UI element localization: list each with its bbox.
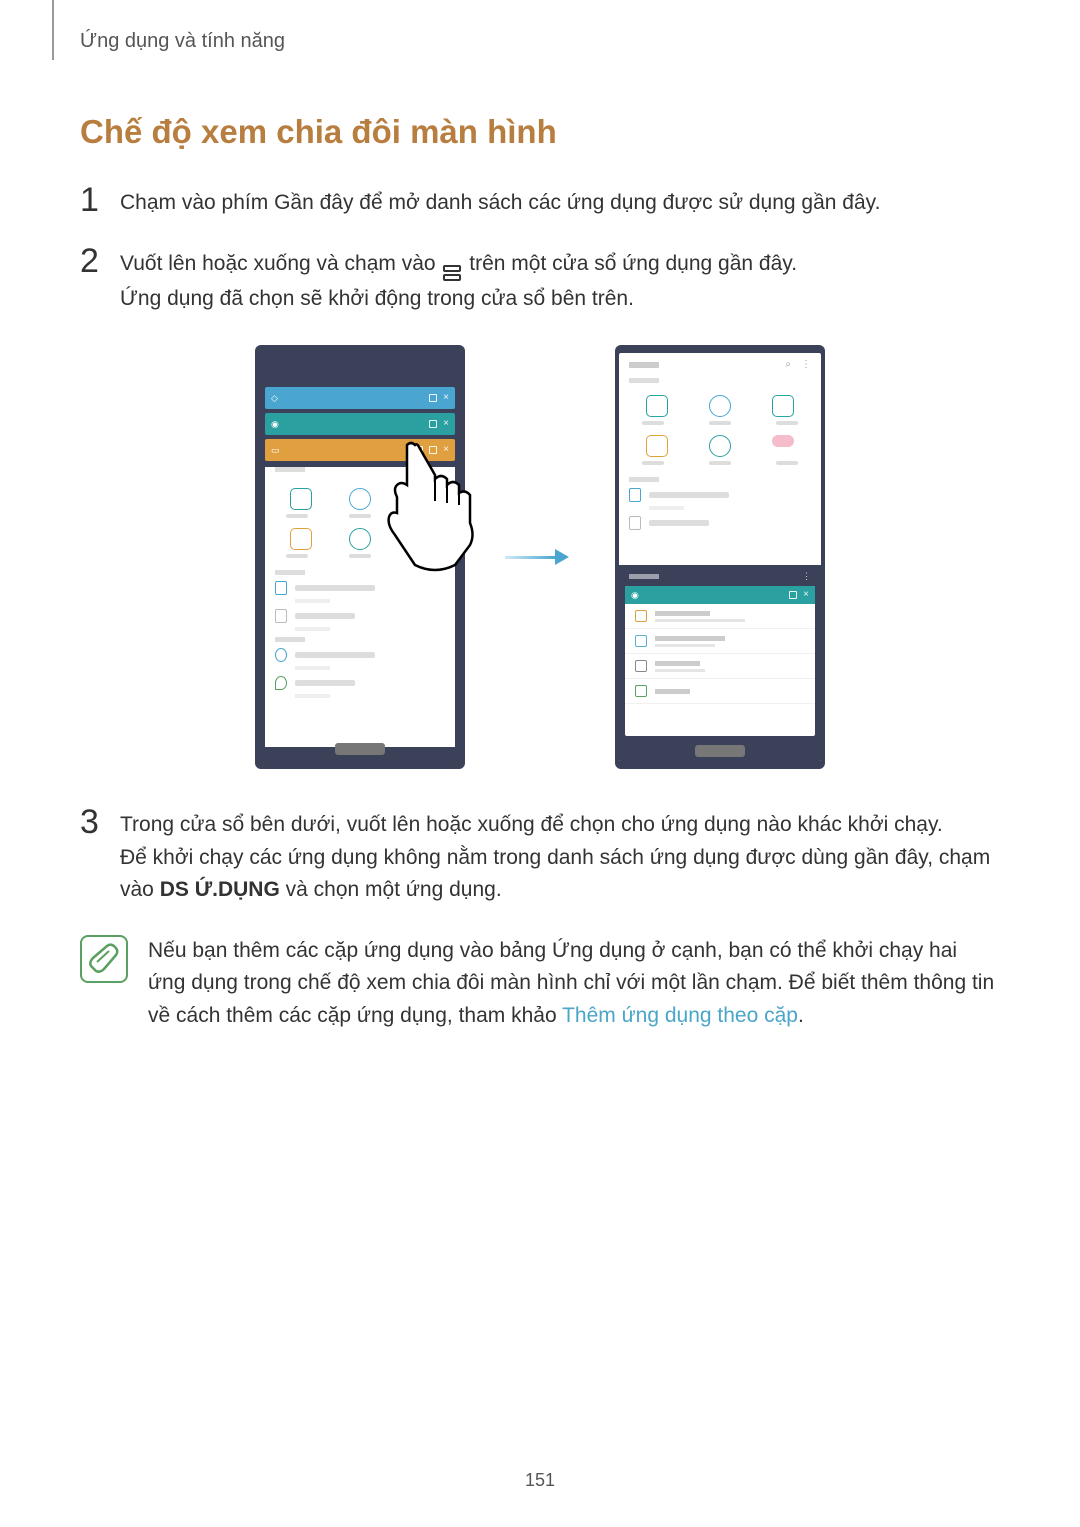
grid-icon xyxy=(408,528,430,540)
window-icon xyxy=(415,446,423,454)
grid-icon xyxy=(349,488,371,510)
close-icon: × xyxy=(443,419,449,429)
text-fragment: Trong cửa sổ bên dưới, vuốt lên hoặc xuố… xyxy=(120,809,1000,842)
text-fragment: Ứng dụng đã chọn sẽ khởi động trong cửa … xyxy=(120,283,1000,316)
close-icon: × xyxy=(443,445,449,455)
page-title: Chế độ xem chia đôi màn hình xyxy=(80,113,1000,151)
settings-row xyxy=(625,604,815,629)
grid-icon xyxy=(709,435,731,457)
app-header: ⌕ ⋮ xyxy=(619,353,821,376)
split-icon xyxy=(429,420,437,428)
grid-icon xyxy=(646,395,668,417)
text-fragment: trên một cửa sổ ứng dụng gần đây. xyxy=(463,252,797,275)
step-2: 2 Vuốt lên hoặc xuống và chạm vào trên m… xyxy=(80,248,1000,316)
close-icon: × xyxy=(803,590,809,600)
link-text[interactable]: Thêm ứng dụng theo cặp xyxy=(562,1004,798,1027)
note-icon xyxy=(80,935,128,983)
list-item xyxy=(629,488,811,502)
close-icon: × xyxy=(443,393,449,403)
list-item xyxy=(275,676,445,690)
split-icon xyxy=(789,591,797,599)
step-number: 3 xyxy=(80,805,120,839)
grid-icon xyxy=(349,528,371,550)
note-text: Nếu bạn thêm các cặp ứng dụng vào bảng Ứ… xyxy=(148,935,1000,1033)
search-icon: ⌕ xyxy=(785,359,791,370)
list-item xyxy=(275,648,445,662)
more-icon: ⋮ xyxy=(802,571,811,582)
step-text: Chạm vào phím Gần đây để mở danh sách cá… xyxy=(120,187,1000,220)
recent-app-card: ◉ × xyxy=(265,413,455,435)
breadcrumb: Ứng dụng và tính năng xyxy=(80,30,1000,53)
list-item xyxy=(629,516,811,530)
settings-row xyxy=(625,679,815,704)
settings-row xyxy=(625,654,815,679)
more-icon: ⋮ xyxy=(801,359,811,370)
step-text: Vuốt lên hoặc xuống và chạm vào trên một… xyxy=(120,248,1000,316)
grid-icon xyxy=(290,528,312,550)
recent-app-card: ◇ × xyxy=(265,387,455,409)
grid-icon xyxy=(290,488,312,510)
list-item xyxy=(275,609,445,623)
grid-icon xyxy=(772,395,794,417)
illustration: ◇ × ◉ × ▭ × xyxy=(80,345,1000,769)
phone-right: ⌕ ⋮ xyxy=(615,345,825,769)
step-1: 1 Chạm vào phím Gần đây để mở danh sách … xyxy=(80,187,1000,220)
arrow-right-icon xyxy=(505,547,575,567)
grid-icon xyxy=(408,488,430,510)
close-all-button xyxy=(335,743,385,755)
step-text: Trong cửa sổ bên dưới, vuốt lên hoặc xuố… xyxy=(120,809,1000,907)
settings-row xyxy=(625,629,815,654)
phone-left: ◇ × ◉ × ▭ × xyxy=(255,345,465,769)
split-bottom-panel: ⋮ ◉ × xyxy=(619,565,821,761)
close-all-button xyxy=(695,745,745,757)
step-3: 3 Trong cửa sổ bên dưới, vuốt lên hoặc x… xyxy=(80,809,1000,907)
split-icon xyxy=(429,446,437,454)
text-bold: DS Ứ.DỤNG xyxy=(160,878,280,901)
note-box: Nếu bạn thêm các cặp ứng dụng vào bảng Ứ… xyxy=(80,935,1000,1033)
step-number: 1 xyxy=(80,183,120,217)
grid-icon xyxy=(709,395,731,417)
settings-header: ◉ × xyxy=(625,586,815,604)
split-screen-icon xyxy=(443,265,461,283)
text-fragment: . xyxy=(798,1004,804,1027)
grid-icon xyxy=(646,435,668,457)
split-icon xyxy=(429,394,437,402)
page-number: 151 xyxy=(525,1470,555,1491)
list-item xyxy=(275,581,445,595)
grid-icon xyxy=(772,435,794,447)
recent-app-card: ▭ × xyxy=(265,439,455,461)
text-fragment: Vuốt lên hoặc xuống và chạm vào xyxy=(120,252,441,275)
step-number: 2 xyxy=(80,244,120,278)
text-fragment: và chọn một ứng dụng. xyxy=(280,878,502,901)
